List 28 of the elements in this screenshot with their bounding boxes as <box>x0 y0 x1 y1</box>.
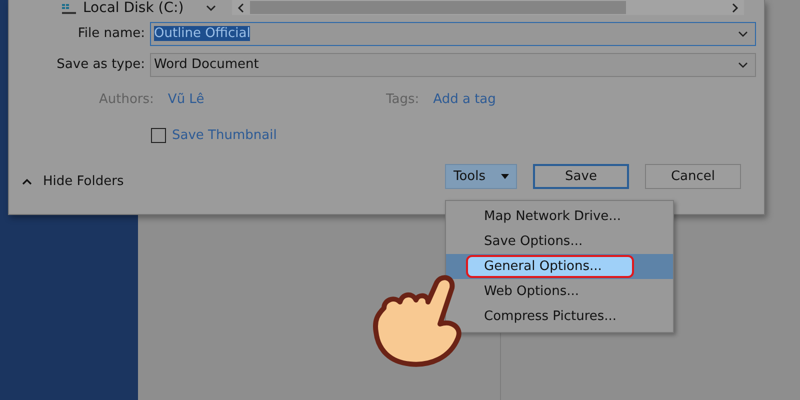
checkbox[interactable] <box>151 128 166 143</box>
drive-icon <box>61 3 77 15</box>
scroll-left-icon[interactable] <box>236 2 246 14</box>
caret-icon <box>500 174 508 179</box>
location-label: Local Disk (C:) <box>83 2 184 15</box>
save-button[interactable]: Save <box>533 164 629 189</box>
dropdown-field[interactable]: Outline Official <box>150 22 756 46</box>
field-value: Outline Official <box>154 26 250 41</box>
dropdown-field[interactable]: Word Document <box>150 52 756 76</box>
chevron-down-icon[interactable] <box>204 2 218 12</box>
cancel-button[interactable]: Cancel <box>645 164 741 189</box>
chevron-up-icon <box>21 178 33 186</box>
horizontal-scrollbar[interactable] <box>232 0 744 15</box>
scroll-right-icon[interactable] <box>730 2 740 14</box>
menu-item[interactable]: Save Options... <box>446 229 673 254</box>
menu-item[interactable]: Compress Pictures... <box>446 304 673 329</box>
meta-label: Authors: <box>99 92 154 106</box>
tools-button[interactable]: Tools <box>445 164 517 189</box>
field-label: File name: <box>76 26 146 41</box>
meta-label: Tags: <box>386 92 420 106</box>
menu-item[interactable]: General Options... <box>446 254 673 279</box>
hide-folders-toggle[interactable]: Hide Folders <box>21 174 124 189</box>
field-label: Save as type: <box>56 57 146 72</box>
chevron-down-icon <box>737 60 749 68</box>
chevron-down-icon <box>737 30 749 38</box>
menu-item[interactable]: Map Network Drive... <box>446 204 673 229</box>
location-item[interactable]: Local Disk (C:) <box>61 0 196 15</box>
field-value: Word Document <box>154 57 259 72</box>
